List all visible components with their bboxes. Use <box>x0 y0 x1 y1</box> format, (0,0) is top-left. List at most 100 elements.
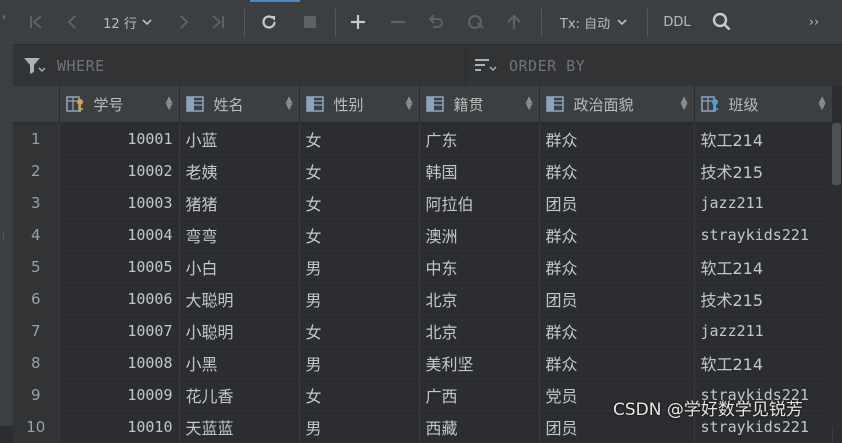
where-input[interactable]: WHERE <box>57 45 105 86</box>
order-by-input[interactable]: ORDER BY <box>509 45 585 86</box>
cell-name[interactable]: 老姨 <box>179 154 300 187</box>
table-row[interactable]: 8 10008 小黑男美利坚 群众 软工214 <box>13 346 833 379</box>
cell-politics[interactable]: 群众 <box>539 346 695 379</box>
ddl-button[interactable]: DDL <box>658 0 696 44</box>
column-header-name[interactable]: 姓名 ▲ ▼ <box>179 86 300 123</box>
cell-politics[interactable]: 团员 <box>539 186 695 219</box>
cell-id[interactable]: 10007 <box>59 314 180 347</box>
cell-name[interactable]: 小聪明 <box>179 314 300 347</box>
column-header-class[interactable]: 班级 ▲ ▼ <box>694 86 833 123</box>
cell-class[interactable]: jazz211 <box>694 186 833 219</box>
delete-row-icon[interactable] <box>385 0 411 44</box>
cell-id[interactable]: 10003 <box>59 186 180 219</box>
column-header-origin[interactable]: 籍贯 ▲ ▼ <box>419 86 540 123</box>
cell-name[interactable]: 小蓝 <box>179 122 300 155</box>
cell-id[interactable]: 10001 <box>59 122 180 155</box>
table-row[interactable]: 4 10004 弯弯女澳洲 群众 straykids221 <box>13 218 833 251</box>
cell-origin[interactable]: 韩国 <box>419 154 540 187</box>
cell-class[interactable]: 软工214 <box>694 346 833 379</box>
cell-politics[interactable]: 群众 <box>539 218 695 251</box>
cell-sex[interactable]: 男 <box>299 250 420 283</box>
vertical-scrollbar[interactable] <box>831 123 842 426</box>
cell-origin[interactable]: 阿拉伯 <box>419 186 540 219</box>
cell-politics[interactable]: 群众 <box>539 122 695 155</box>
first-page-icon[interactable] <box>23 0 49 44</box>
transaction-mode-dropdown[interactable]: Tx: 自动 <box>555 0 633 44</box>
cell-id[interactable]: 10010 <box>59 410 180 443</box>
cell-sex[interactable]: 男 <box>299 346 420 379</box>
cell-sex[interactable]: 女 <box>299 186 420 219</box>
sort-arrows-icon[interactable]: ▲ ▼ <box>406 96 413 112</box>
cell-class[interactable]: 技术215 <box>694 282 833 315</box>
table-row[interactable]: 5 10005 小白男中东 群众 软工214 <box>13 250 833 283</box>
refresh-icon[interactable] <box>256 0 282 44</box>
stop-icon[interactable] <box>297 0 323 44</box>
sort-arrows-icon[interactable]: ▲ ▼ <box>526 96 533 112</box>
column-header-id[interactable]: 学号 ▲ ▼ <box>59 86 180 123</box>
cell-name[interactable]: 弯弯 <box>179 218 300 251</box>
next-page-icon[interactable] <box>171 0 197 44</box>
cell-sex[interactable]: 女 <box>299 378 420 411</box>
cell-politics[interactable]: 群众 <box>539 314 695 347</box>
cell-class[interactable]: 软工214 <box>694 122 833 155</box>
cell-name[interactable]: 花儿香 <box>179 378 300 411</box>
cell-class[interactable]: jazz211 <box>694 314 833 347</box>
sort-icon[interactable] <box>474 57 498 75</box>
cell-politics[interactable]: 团员 <box>539 282 695 315</box>
row-number-cell[interactable]: 2 <box>13 154 60 187</box>
last-page-icon[interactable] <box>205 0 231 44</box>
cell-sex[interactable]: 女 <box>299 314 420 347</box>
cell-origin[interactable]: 广西 <box>419 378 540 411</box>
table-row[interactable]: 7 10007 小聪明女北京 群众 jazz211 <box>13 314 833 347</box>
row-number-cell[interactable]: 1 <box>13 122 60 155</box>
search-icon[interactable] <box>709 0 735 44</box>
table-row[interactable]: 2 10002 老姨女韩国 群众 技术215 <box>13 154 833 187</box>
cell-id[interactable]: 10005 <box>59 250 180 283</box>
row-number-cell[interactable]: 4 <box>13 218 60 251</box>
cell-name[interactable]: 天蓝蓝 <box>179 410 300 443</box>
cell-politics[interactable]: 群众 <box>539 250 695 283</box>
add-row-icon[interactable] <box>345 0 371 44</box>
cell-id[interactable]: 10006 <box>59 282 180 315</box>
filter-icon[interactable] <box>23 56 45 76</box>
more-actions-icon[interactable]: ›› <box>801 0 827 44</box>
preview-changes-icon[interactable] <box>463 0 489 44</box>
row-number-cell[interactable]: 9 <box>13 378 60 411</box>
sort-arrows-icon[interactable]: ▲ ▼ <box>286 96 293 112</box>
cell-name[interactable]: 小白 <box>179 250 300 283</box>
row-number-cell[interactable]: 5 <box>13 250 60 283</box>
cell-class[interactable]: 技术215 <box>694 154 833 187</box>
column-header-politics[interactable]: 政治面貌 ▲ ▼ <box>539 86 695 123</box>
sort-arrows-icon[interactable]: ▲ ▼ <box>166 96 173 112</box>
cell-origin[interactable]: 西藏 <box>419 410 540 443</box>
cell-id[interactable]: 10004 <box>59 218 180 251</box>
row-count-dropdown[interactable]: 12 行 <box>97 0 159 44</box>
row-number-cell[interactable]: 3 <box>13 186 60 219</box>
scrollbar-thumb[interactable] <box>832 123 841 185</box>
cell-name[interactable]: 猪猪 <box>179 186 300 219</box>
cell-origin[interactable]: 北京 <box>419 282 540 315</box>
row-number-cell[interactable]: 6 <box>13 282 60 315</box>
sort-arrows-icon[interactable]: ▲ ▼ <box>819 96 826 112</box>
submit-icon[interactable] <box>501 0 527 44</box>
cell-class[interactable]: straykids221 <box>694 218 833 251</box>
cell-class[interactable]: 软工214 <box>694 250 833 283</box>
cell-origin[interactable]: 中东 <box>419 250 540 283</box>
cell-sex[interactable]: 女 <box>299 154 420 187</box>
revert-icon[interactable] <box>423 0 449 44</box>
cell-id[interactable]: 10008 <box>59 346 180 379</box>
cell-origin[interactable]: 澳洲 <box>419 218 540 251</box>
cell-sex[interactable]: 女 <box>299 122 420 155</box>
row-number-cell[interactable]: 10 <box>13 410 60 443</box>
expand-arrow-icon[interactable]: › <box>2 12 6 23</box>
cell-name[interactable]: 小黑 <box>179 346 300 379</box>
table-row[interactable]: 3 10003 猪猪女阿拉伯 团员 jazz211 <box>13 186 833 219</box>
cell-name[interactable]: 大聪明 <box>179 282 300 315</box>
cell-politics[interactable]: 群众 <box>539 154 695 187</box>
cell-origin[interactable]: 美利坚 <box>419 346 540 379</box>
cell-origin[interactable]: 广东 <box>419 122 540 155</box>
row-number-cell[interactable]: 7 <box>13 314 60 347</box>
table-row[interactable]: 6 10006 大聪明男北京 团员 技术215 <box>13 282 833 315</box>
table-row[interactable]: 1 10001 小蓝女广东 群众 软工214 <box>13 122 833 155</box>
cell-sex[interactable]: 男 <box>299 410 420 443</box>
